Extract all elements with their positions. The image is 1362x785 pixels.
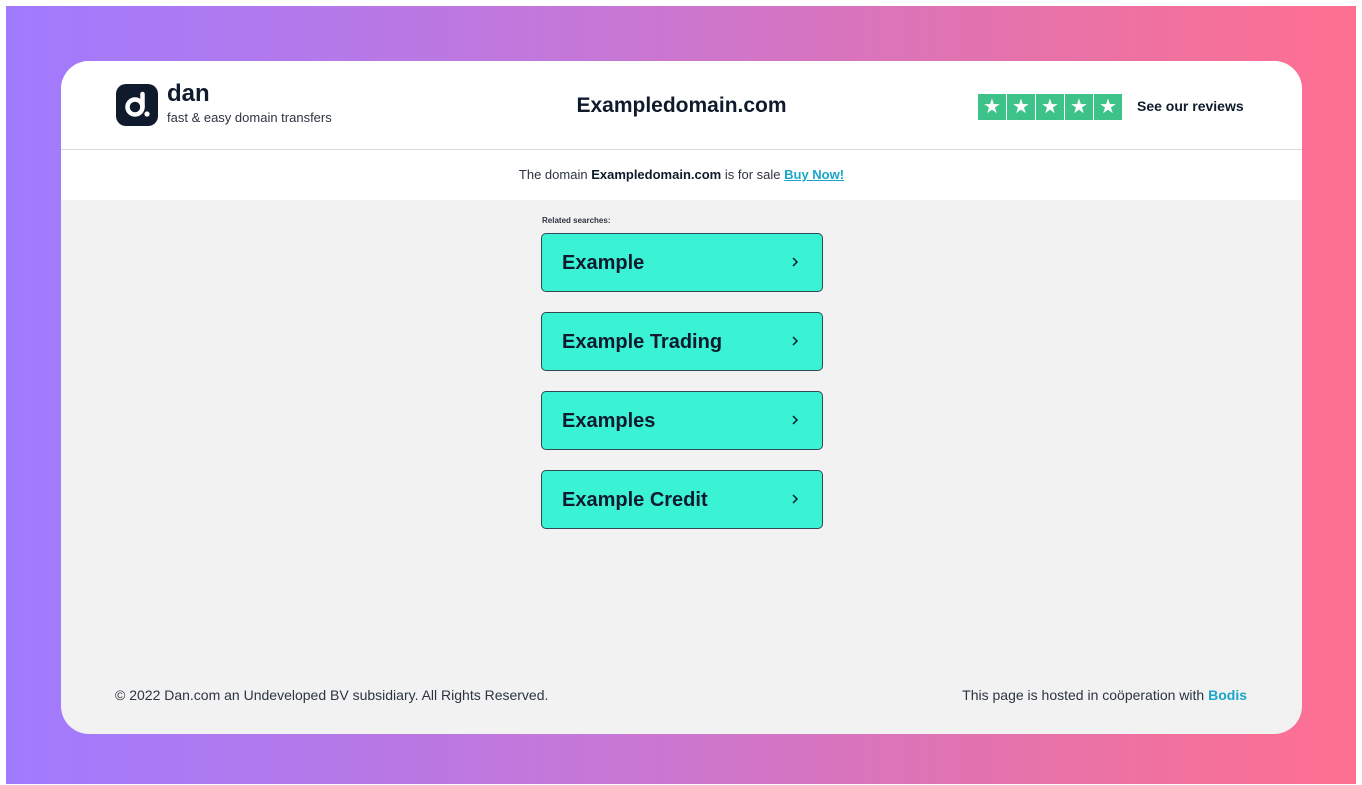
related-searches-list: Example Example Trading Examples Example…	[541, 233, 823, 549]
sale-bar: The domain Exampledomain.com is for sale…	[61, 150, 1302, 200]
star-icon: ★	[978, 94, 1006, 120]
related-search-button[interactable]: Example	[541, 233, 823, 292]
chevron-right-icon	[792, 336, 799, 346]
buy-now-link[interactable]: Buy Now!	[784, 167, 844, 182]
sale-suffix: is for sale	[724, 167, 781, 182]
star-icon: ★	[1094, 94, 1122, 120]
related-search-button[interactable]: Example Trading	[541, 312, 823, 371]
star-icon: ★	[1065, 94, 1093, 120]
related-search-label: Example	[562, 252, 645, 274]
related-search-button[interactable]: Example Credit	[541, 470, 823, 529]
rating-stars[interactable]: ★ ★ ★ ★ ★	[978, 94, 1122, 120]
hosted-text: This page is hosted in coöperation with	[962, 687, 1205, 703]
related-searches-label: Related searches:	[542, 216, 611, 225]
chevron-right-icon	[792, 494, 799, 504]
bodis-link[interactable]: Bodis	[1208, 687, 1247, 703]
sale-domain: Exampledomain.com	[591, 167, 722, 182]
related-search-label: Example Trading	[562, 331, 723, 353]
related-search-button[interactable]: Examples	[541, 391, 823, 450]
star-icon: ★	[1007, 94, 1035, 120]
footer-hosted: This page is hosted in coöperation with …	[962, 687, 1247, 704]
star-icon: ★	[1036, 94, 1064, 120]
chevron-right-icon	[792, 415, 799, 425]
main-card: dan fast & easy domain transfers Example…	[61, 61, 1302, 734]
sale-prefix: The domain	[518, 167, 588, 182]
related-search-label: Example Credit	[562, 489, 708, 511]
chevron-right-icon	[792, 257, 799, 267]
related-search-label: Examples	[562, 410, 656, 432]
see-reviews-link[interactable]: See our reviews	[1137, 98, 1244, 115]
header: dan fast & easy domain transfers Example…	[61, 61, 1302, 150]
footer-copyright: © 2022 Dan.com an Undeveloped BV subsidi…	[115, 687, 549, 703]
